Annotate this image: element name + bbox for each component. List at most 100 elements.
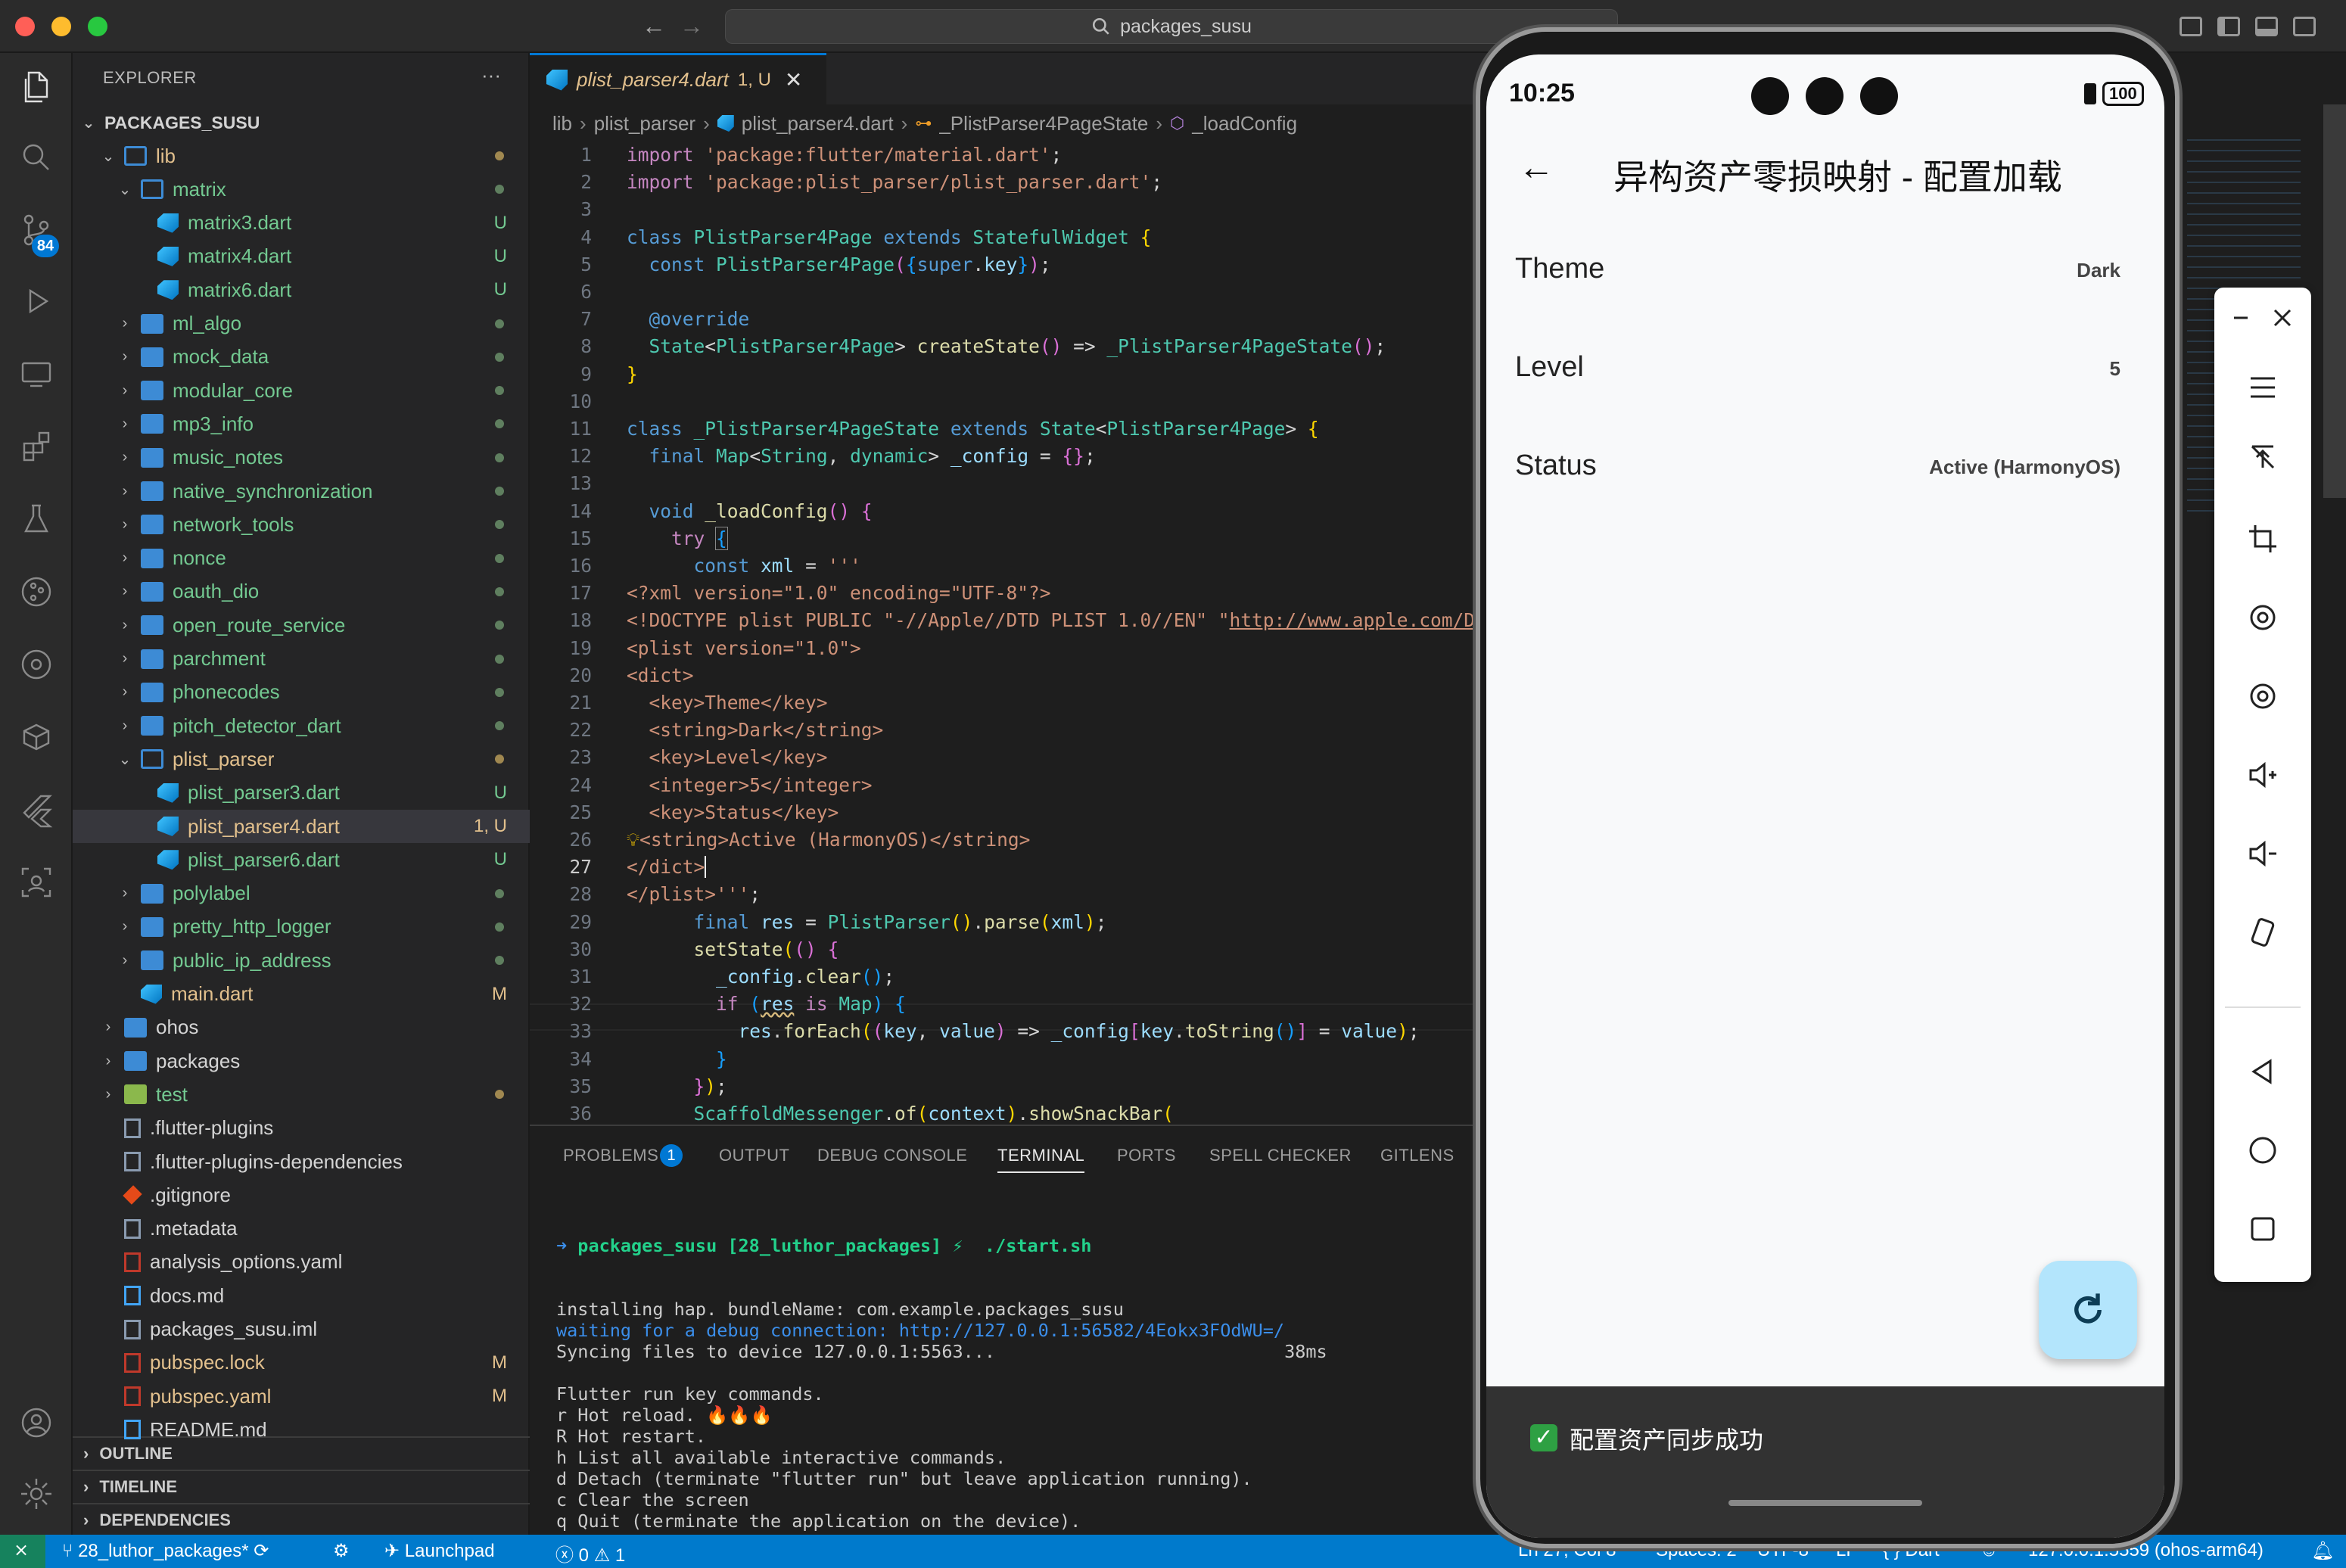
remote-explorer-icon[interactable]	[15, 353, 58, 395]
tree-item[interactable]: › open_route_service	[73, 608, 530, 642]
tree-item[interactable]: analysis_options.yaml	[73, 1246, 530, 1279]
tab-spell-checker[interactable]: SPELL CHECKER	[1209, 1146, 1352, 1165]
tree-item[interactable]: › pretty_http_logger	[73, 910, 530, 944]
tab-output[interactable]: OUTPUT	[719, 1146, 789, 1165]
tree-item[interactable]: matrix6.dart U	[73, 273, 530, 306]
testing-icon[interactable]	[15, 498, 58, 540]
git-graph-status-icon[interactable]: ⚙	[333, 1540, 350, 1562]
shake-device-icon[interactable]	[2240, 910, 2285, 955]
tree-item[interactable]: › polylabel	[73, 877, 530, 910]
tree-item[interactable]: plist_parser6.dart U	[73, 843, 530, 876]
dependencies-section[interactable]: › DEPENDENCIES	[73, 1503, 530, 1536]
containers-icon[interactable]	[15, 716, 58, 758]
refresh-fab[interactable]	[2039, 1261, 2137, 1359]
tab-plist-parser4[interactable]: plist_parser4.dart 1, U ✕	[530, 53, 826, 104]
scrollbar[interactable]	[2323, 104, 2346, 498]
gitlens-icon[interactable]	[15, 643, 58, 686]
menu-icon[interactable]	[2240, 365, 2285, 410]
tree-item[interactable]: .metadata	[73, 1212, 530, 1246]
tree-item[interactable]: packages_susu.iml	[73, 1313, 530, 1346]
breadcrumb-file[interactable]: plist_parser4.dart	[742, 112, 894, 135]
back-arrow-icon[interactable]: ←	[642, 12, 666, 40]
breadcrumb-class[interactable]: _PlistParser4PageState	[939, 112, 1148, 135]
tree-item[interactable]: › parchment	[73, 642, 530, 676]
git-graph-icon[interactable]	[15, 571, 58, 613]
run-debug-icon[interactable]	[15, 280, 58, 322]
zoom-window-button[interactable]	[88, 17, 107, 36]
tree-item[interactable]: plist_parser3.dart U	[73, 776, 530, 810]
tree-item[interactable]: .gitignore	[73, 1178, 530, 1212]
nav-home-icon[interactable]	[2240, 1128, 2285, 1173]
tree-item[interactable]: › test	[73, 1078, 530, 1111]
git-branch[interactable]: ⑂ 28_luthor_packages* ⟳	[62, 1540, 269, 1562]
tree-item[interactable]: .flutter-plugins	[73, 1112, 530, 1145]
accounts-icon[interactable]	[15, 1402, 58, 1444]
rotate-right-icon[interactable]	[2240, 674, 2285, 719]
breadcrumb-folder[interactable]: plist_parser	[594, 112, 695, 135]
minimize-icon[interactable]	[2219, 295, 2264, 341]
tab-debug-console[interactable]: DEBUG CONSOLE	[817, 1146, 967, 1165]
timeline-section[interactable]: › TIMELINE	[73, 1470, 530, 1503]
breadcrumb-method[interactable]: _loadConfig	[1192, 112, 1297, 135]
forward-arrow-icon[interactable]: →	[680, 12, 704, 40]
tree-item[interactable]: pubspec.yaml M	[73, 1380, 530, 1413]
notifications-bell-icon[interactable]: 🔔︎	[2311, 1540, 2334, 1562]
tree-item[interactable]: plist_parser4.dart 1, U	[73, 810, 530, 843]
tree-item[interactable]: › modular_core	[73, 374, 530, 407]
crop-screenshot-icon[interactable]	[2240, 516, 2285, 562]
tree-item[interactable]: ⌄ lib	[73, 139, 530, 173]
scan-icon[interactable]	[15, 861, 58, 904]
breadcrumb-lib[interactable]: lib	[552, 112, 572, 135]
tree-item[interactable]: › packages	[73, 1044, 530, 1078]
tree-item[interactable]: docs.md	[73, 1279, 530, 1312]
nav-back-icon[interactable]	[2240, 1049, 2285, 1094]
tab-terminal[interactable]: TERMINAL	[997, 1146, 1085, 1173]
back-arrow-icon[interactable]: ←	[1518, 147, 1554, 188]
command-center-search[interactable]: packages_susu	[725, 9, 1618, 44]
tree-item[interactable]: › music_notes	[73, 441, 530, 474]
tree-item[interactable]: ⌄ plist_parser	[73, 742, 530, 776]
volume-down-icon[interactable]	[2240, 831, 2285, 876]
customize-layout-icon[interactable]	[2293, 17, 2316, 36]
toggle-panel-icon[interactable]	[2255, 17, 2278, 36]
layout-icon[interactable]	[2180, 17, 2202, 36]
toggle-sidebar-icon[interactable]	[2217, 17, 2240, 36]
minimize-window-button[interactable]	[51, 17, 71, 36]
close-window-button[interactable]	[15, 17, 35, 36]
nav-recents-icon[interactable]	[2240, 1206, 2285, 1252]
search-icon[interactable]	[15, 136, 58, 179]
rotate-left-icon[interactable]	[2240, 595, 2285, 640]
close-icon[interactable]	[2260, 295, 2305, 341]
tree-item[interactable]: › mock_data	[73, 341, 530, 374]
tree-item[interactable]: › nonce	[73, 542, 530, 575]
workspace-root[interactable]: ⌄ PACKAGES_SUSU	[73, 106, 530, 139]
tree-item[interactable]: › mp3_info	[73, 407, 530, 440]
tree-item[interactable]: README.md	[73, 1413, 530, 1446]
tree-item[interactable]: › public_ip_address	[73, 944, 530, 977]
code-editor[interactable]: 1 import 'package:flutter/material.dart';…	[530, 142, 1498, 1125]
tree-item[interactable]: pubspec.lock M	[73, 1346, 530, 1380]
launchpad[interactable]: ✈ Launchpad	[384, 1540, 495, 1562]
tree-item[interactable]: › pitch_detector_dart	[73, 709, 530, 742]
close-tab-icon[interactable]: ✕	[785, 67, 802, 92]
tab-ports[interactable]: PORTS	[1117, 1146, 1176, 1165]
remote-indicator[interactable]: ⨯	[0, 1535, 45, 1568]
extensions-icon[interactable]	[15, 425, 58, 468]
settings-gear-icon[interactable]	[15, 1473, 58, 1515]
tab-gitlens[interactable]: GITLENS	[1380, 1146, 1455, 1165]
pin-off-icon[interactable]	[2240, 434, 2285, 480]
explorer-icon[interactable]	[15, 65, 58, 107]
home-indicator[interactable]	[1728, 1500, 1922, 1506]
tree-item[interactable]: .flutter-plugins-dependencies	[73, 1145, 530, 1178]
tree-item[interactable]: matrix4.dart U	[73, 240, 530, 273]
tree-item[interactable]: › phonecodes	[73, 676, 530, 709]
tree-item[interactable]: ⌄ matrix	[73, 173, 530, 206]
tree-item[interactable]: › network_tools	[73, 508, 530, 541]
tree-item[interactable]: › oauth_dio	[73, 575, 530, 608]
tree-item[interactable]: main.dart M	[73, 978, 530, 1011]
volume-up-icon[interactable]	[2240, 752, 2285, 798]
tree-item[interactable]: matrix3.dart U	[73, 207, 530, 240]
tree-item[interactable]: › ohos	[73, 1011, 530, 1044]
terminal-output[interactable]: ➜ packages_susu [28_luthor_packages] ⚡ .…	[556, 1193, 1498, 1535]
flutter-icon[interactable]	[15, 789, 58, 831]
